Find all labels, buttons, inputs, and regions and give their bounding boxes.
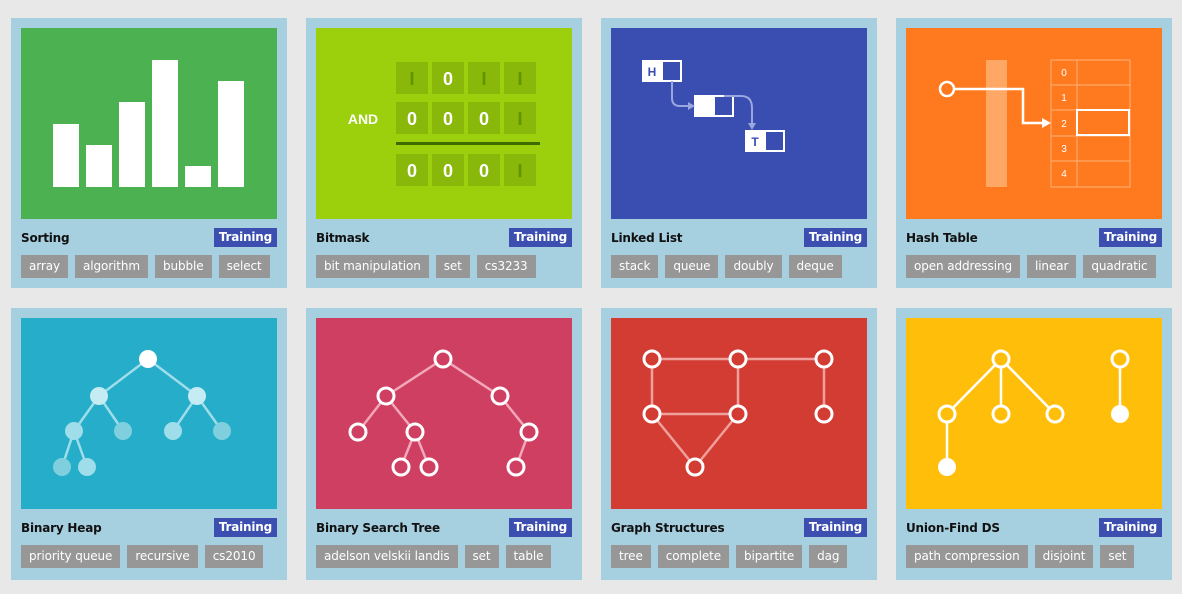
training-badge[interactable]: Training	[803, 518, 867, 537]
tag[interactable]: table	[505, 545, 552, 568]
card-title[interactable]: Sorting	[21, 231, 70, 245]
tag[interactable]: set	[1100, 545, 1135, 568]
card-title[interactable]: Linked List	[611, 231, 683, 245]
tag[interactable]: doubly	[725, 255, 782, 278]
card-graph-structures[interactable]: Graph Structures Training tree complete …	[601, 308, 877, 580]
bit: 0	[443, 69, 453, 89]
training-badge[interactable]: Training	[508, 228, 572, 247]
tag[interactable]: stack	[611, 255, 659, 278]
tail-label: T	[751, 135, 759, 149]
linked-list-thumbnail[interactable]: H T	[611, 28, 867, 219]
hash-index: 0	[1061, 68, 1067, 79]
tag[interactable]: set	[464, 545, 499, 568]
bit: I	[517, 69, 522, 89]
tag-list: path compression disjoint set	[906, 545, 1135, 568]
card-union-find[interactable]: Union-Find DS Training path compression …	[896, 308, 1172, 580]
bit: I	[409, 69, 414, 89]
card-title[interactable]: Binary Search Tree	[316, 521, 440, 535]
card-title[interactable]: Bitmask	[316, 231, 370, 245]
bit: 0	[407, 161, 417, 181]
bst-thumbnail[interactable]	[316, 318, 572, 509]
tag-list: priority queue recursive cs2010	[21, 545, 264, 568]
tag[interactable]: priority queue	[21, 545, 121, 568]
card-title[interactable]: Union-Find DS	[906, 521, 1000, 535]
training-badge[interactable]: Training	[1098, 518, 1162, 537]
card-title[interactable]: Binary Heap	[21, 521, 102, 535]
card-binary-search-tree[interactable]: Binary Search Tree Training adelson vels…	[306, 308, 582, 580]
linked-list-illustration: H T	[642, 60, 785, 152]
tag[interactable]: cs2010	[204, 545, 264, 568]
bitmask-illustration: AND I 0 I I 0 0 0 I 0 0 0 I	[348, 62, 540, 186]
tag[interactable]: select	[218, 255, 270, 278]
tag[interactable]: disjoint	[1034, 545, 1094, 568]
tag-list: array algorithm bubble select	[21, 255, 270, 278]
graph-illustration	[642, 349, 834, 477]
tag[interactable]: bubble	[154, 255, 212, 278]
sorting-bars-illustration	[53, 60, 244, 187]
union-find-illustration	[937, 349, 1130, 476]
tag[interactable]: path compression	[906, 545, 1028, 568]
bitmask-thumbnail[interactable]: AND I 0 I I 0 0 0 I 0 0 0 I	[316, 28, 572, 219]
sorting-thumbnail[interactable]	[21, 28, 277, 219]
training-badge[interactable]: Training	[803, 228, 867, 247]
training-badge[interactable]: Training	[213, 518, 277, 537]
tag-list: stack queue doubly deque	[611, 255, 842, 278]
card-binary-heap[interactable]: Binary Heap Training priority queue recu…	[11, 308, 287, 580]
bit: I	[481, 69, 486, 89]
tag[interactable]: algorithm	[74, 255, 148, 278]
tag[interactable]: bit manipulation	[316, 255, 429, 278]
hash-index: 4	[1061, 169, 1067, 180]
tag-list: bit manipulation set cs3233	[316, 255, 536, 278]
card-title[interactable]: Hash Table	[906, 231, 978, 245]
binary-heap-thumbnail[interactable]	[21, 318, 277, 509]
hash-index: 1	[1061, 93, 1067, 104]
tag[interactable]: array	[21, 255, 68, 278]
hash-index: 3	[1061, 144, 1067, 155]
tag[interactable]: dag	[809, 545, 848, 568]
bit: 0	[407, 109, 417, 129]
tag[interactable]: deque	[788, 255, 842, 278]
tag[interactable]: queue	[665, 255, 719, 278]
training-badge[interactable]: Training	[213, 228, 277, 247]
tag[interactable]: bipartite	[736, 545, 803, 568]
tag-list: tree complete bipartite dag	[611, 545, 848, 568]
tag[interactable]: tree	[611, 545, 651, 568]
card-hash-table[interactable]: 0 1 2 3 4 Hash Table Training open addre…	[896, 18, 1172, 288]
card-title[interactable]: Graph Structures	[611, 521, 725, 535]
bit: I	[517, 161, 522, 181]
binary-heap-illustration	[53, 350, 231, 476]
tag-list: adelson velskii landis set table	[316, 545, 552, 568]
bit: 0	[479, 161, 489, 181]
tag[interactable]: recursive	[127, 545, 198, 568]
tag[interactable]: cs3233	[476, 255, 536, 278]
tag[interactable]: adelson velskii landis	[316, 545, 458, 568]
hash-table-illustration: 0 1 2 3 4	[938, 59, 1131, 188]
tag[interactable]: open addressing	[906, 255, 1020, 278]
card-linked-list[interactable]: H T Linked List Training stack queue dou…	[601, 18, 877, 288]
graph-thumbnail[interactable]	[611, 318, 867, 509]
bst-illustration	[348, 349, 539, 477]
hash-table-thumbnail[interactable]: 0 1 2 3 4	[906, 28, 1162, 219]
training-badge[interactable]: Training	[1098, 228, 1162, 247]
tag[interactable]: complete	[657, 545, 730, 568]
bit: I	[517, 109, 522, 129]
card-bitmask[interactable]: AND I 0 I I 0 0 0 I 0 0 0 I Bitmask Trai…	[306, 18, 582, 288]
training-badge[interactable]: Training	[508, 518, 572, 537]
bit: 0	[443, 109, 453, 129]
tag[interactable]: linear	[1026, 255, 1077, 278]
union-find-thumbnail[interactable]	[906, 318, 1162, 509]
tag[interactable]: quadratic	[1083, 255, 1156, 278]
tag[interactable]: set	[435, 255, 470, 278]
bitmask-operator: AND	[348, 111, 378, 127]
tag-list: open addressing linear quadratic	[906, 255, 1156, 278]
bit: 0	[479, 109, 489, 129]
hash-index: 2	[1061, 119, 1067, 130]
bit: 0	[443, 161, 453, 181]
head-label: H	[648, 65, 657, 79]
card-sorting[interactable]: Sorting Training array algorithm bubble …	[11, 18, 287, 288]
